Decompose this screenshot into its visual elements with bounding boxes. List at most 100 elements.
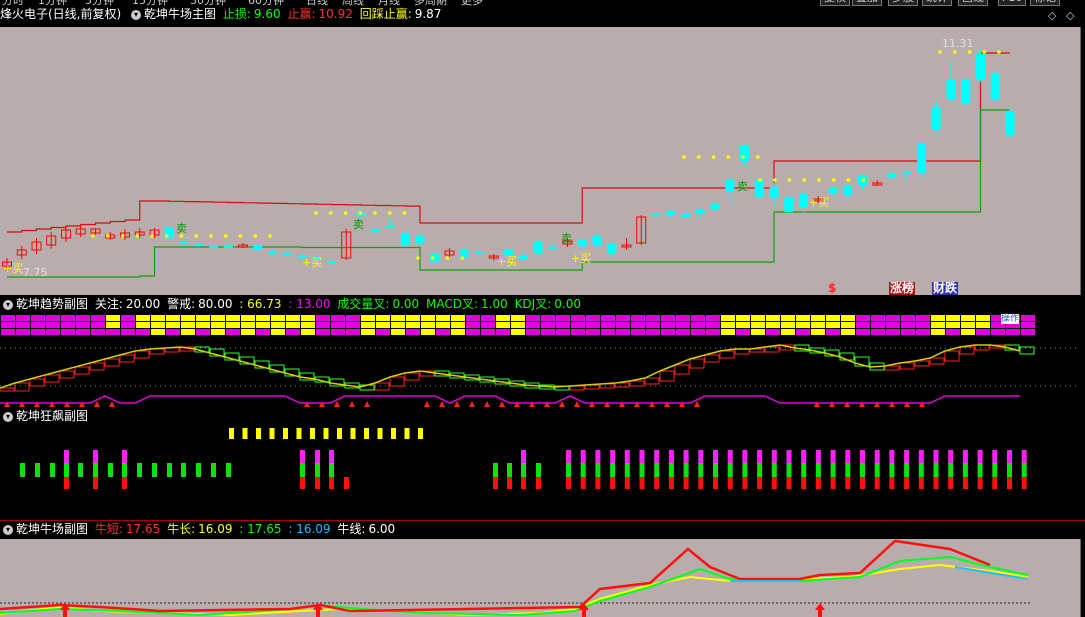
trend-band-cell (751, 329, 765, 335)
trend-band-cell (151, 315, 165, 321)
candle-body (607, 244, 617, 253)
frenzy-panel[interactable] (0, 425, 1080, 520)
trend-band-cell (781, 315, 795, 321)
trend-band-cell (196, 315, 210, 321)
trend-label-2: 警戒: (167, 297, 196, 311)
trend-band-cell (301, 329, 315, 335)
trend-band-cell (286, 322, 300, 328)
trend-panel[interactable] (0, 313, 1080, 407)
trend-band-cell (406, 315, 420, 321)
trend-band-cell (406, 322, 420, 328)
right-scrollbar[interactable] (1080, 27, 1085, 295)
frenzy-bar-magenta (727, 450, 733, 463)
frenzy-bar-magenta (329, 450, 334, 463)
frenzy-bar-green (20, 463, 25, 477)
signal-dot (982, 50, 987, 54)
frenzy-bar-red (918, 477, 924, 489)
trend-band-cell (151, 322, 165, 328)
diamond-icon[interactable]: ◇ (1048, 9, 1056, 22)
trend-band-cell (61, 329, 75, 335)
trend-band-cell (106, 329, 120, 335)
stock-title: 烽火电子(日线,前复权) (0, 7, 122, 21)
frenzy-bar-yellow (269, 428, 275, 439)
frenzy-bar-green (624, 463, 630, 477)
trend-band-cell (316, 322, 330, 328)
signal-dot (105, 234, 110, 238)
frenzy-bar-yellow (296, 428, 302, 439)
frenzy-bar-green (122, 463, 127, 477)
frenzy-bar-green (977, 463, 983, 477)
frenzy-bar-red (904, 477, 910, 489)
trend-band-cell (901, 315, 915, 321)
bull-value-1: 17.65 (125, 522, 161, 536)
signal-dot (194, 234, 199, 238)
trend-band-cell (271, 315, 285, 321)
frenzy-bar-magenta (639, 450, 645, 463)
signal-dot (682, 155, 686, 159)
trend-band-cell (976, 315, 990, 321)
trend-band-cell (886, 329, 900, 335)
candle-body (209, 246, 218, 248)
trend-band-cell (106, 315, 120, 321)
candle-body (710, 204, 720, 209)
trend-band-cell (256, 322, 270, 328)
trend-band-cell (766, 329, 780, 335)
trend-band-cell (871, 322, 885, 328)
bull-label-1: 牛短: (94, 522, 123, 536)
bull-panel[interactable] (0, 539, 1080, 617)
take-profit-label: 止赢: (287, 7, 316, 21)
collapse-icon[interactable]: ▾ (3, 411, 13, 422)
trend-band-cell (136, 322, 150, 328)
collapse-icon[interactable]: ▾ (3, 524, 13, 535)
signal-dot (711, 155, 716, 159)
main-chart-panel[interactable]: +买 +买 +买 +买 +买卖卖卖卖 11.31 7.75 (0, 27, 1080, 295)
trend-band-cell (361, 315, 375, 321)
trend-band-cell (511, 322, 525, 328)
diamond-icon[interactable]: ◇ (1066, 9, 1074, 22)
trend-band-cell (226, 322, 240, 328)
trend-band-cell (586, 329, 600, 335)
trend-band-cell (526, 315, 540, 321)
trend-band-cell (346, 322, 360, 328)
frenzy-bar-magenta (904, 450, 910, 463)
trend-band-cell (466, 329, 480, 335)
frenzy-bar-red (300, 477, 305, 489)
frenzy-bar-green (315, 463, 320, 477)
candle-body (843, 186, 853, 196)
candlestick-chart[interactable]: +买 +买 +买 +买+买卖 卖卖卖11.317.75 (0, 27, 1080, 295)
frenzy-bar-green (181, 463, 186, 477)
frenzy-bar-green (610, 463, 616, 477)
frenzy-bar-green (226, 463, 231, 477)
bull-scrollbar[interactable] (1080, 539, 1085, 617)
frenzy-bar-magenta (521, 450, 526, 463)
trend-band-cell (976, 322, 990, 328)
trend-band-cell (46, 315, 60, 321)
frenzy-bar-yellow (283, 428, 288, 439)
trend-band-cell (796, 322, 810, 328)
frenzy-bar-magenta (668, 450, 674, 463)
frenzy-bar-red (493, 477, 498, 489)
trend-band-cell (676, 315, 690, 321)
buy-signal-label: +买 (302, 256, 322, 269)
buy-signal-label: +买 (571, 252, 591, 265)
buy-signal-label: +买 (3, 262, 23, 275)
trend-chart[interactable] (0, 313, 1080, 407)
collapse-icon[interactable]: ▾ (3, 299, 13, 310)
trend-band-cell (466, 315, 480, 321)
frenzy-bar-green (64, 463, 69, 477)
frenzy-chart[interactable] (0, 425, 1080, 520)
trend-band-cell (706, 322, 720, 328)
frenzy-bar-green (536, 463, 541, 477)
bull-chart[interactable] (0, 539, 1080, 617)
trend-band-cell (361, 329, 375, 335)
trend-band-cell (646, 329, 660, 335)
trend-band-cell (376, 315, 390, 321)
frenzy-bar-green (668, 463, 674, 477)
frenzy-bar-magenta (771, 450, 777, 463)
collapse-icon[interactable]: ▾ (131, 9, 142, 20)
trend-band-cell (856, 322, 870, 328)
trend-band-cell (271, 322, 285, 328)
trend-band-cell (451, 315, 465, 321)
trend-band-cell (316, 329, 330, 335)
trend-label-6: MACD叉: (426, 297, 479, 311)
